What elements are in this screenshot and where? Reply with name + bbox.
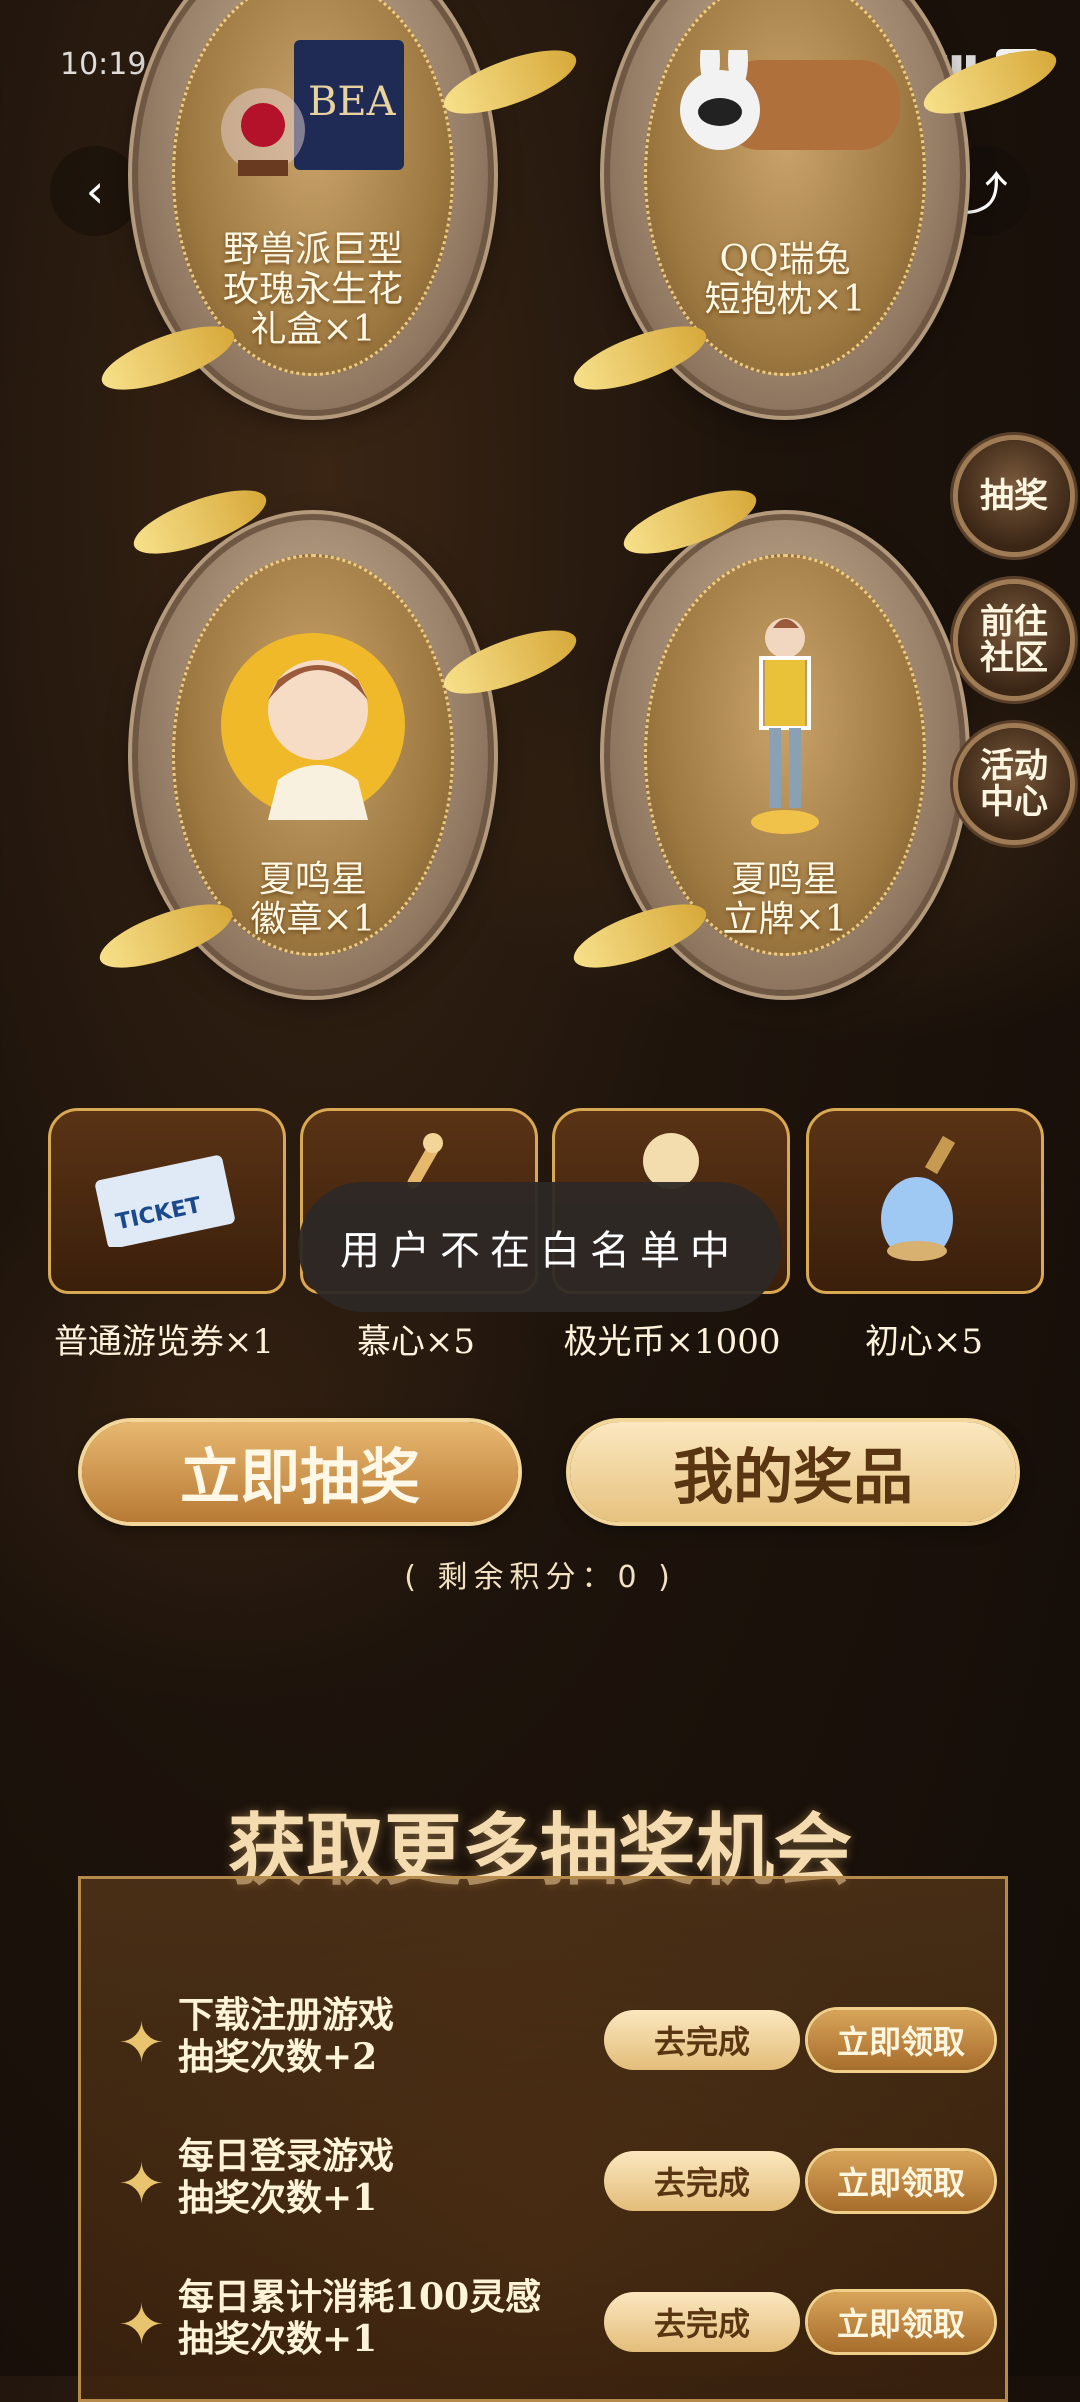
small-prize-label: 慕心×5 bbox=[356, 1322, 476, 1362]
potion-bottle-icon bbox=[881, 1135, 956, 1261]
task-row: ✦ 每日登录游戏 抽奖次数+1 去完成 立即领取 bbox=[118, 2135, 1000, 2245]
task-reward: 抽奖次数+2 bbox=[178, 2036, 378, 2078]
rabbit-pillow-image bbox=[680, 50, 900, 150]
task-reward: 抽奖次数+1 bbox=[178, 2177, 378, 2219]
task-title: 下载注册游戏 bbox=[178, 1994, 395, 2036]
side-button-label: 前往 bbox=[980, 602, 1048, 642]
back-button[interactable]: ‹ bbox=[50, 146, 140, 236]
go-complete-button[interactable]: 去完成 bbox=[604, 2151, 800, 2211]
prize-label-line: 夏鸣星 bbox=[258, 859, 367, 900]
task-row: ✦ 下载注册游戏 抽奖次数+2 去完成 立即领取 bbox=[118, 1994, 1000, 2104]
side-button-label: 中心 bbox=[980, 782, 1048, 822]
side-button-label: 社区 bbox=[980, 638, 1048, 678]
go-complete-button[interactable]: 去完成 bbox=[604, 2292, 800, 2352]
claim-now-button[interactable]: 立即领取 bbox=[808, 2292, 994, 2352]
prize-label-line: 野兽派巨型 bbox=[222, 229, 403, 270]
character-badge-image bbox=[221, 633, 405, 820]
claim-now-button[interactable]: 立即领取 bbox=[808, 2010, 994, 2070]
claim-now-button[interactable]: 立即领取 bbox=[808, 2151, 994, 2211]
rose-giftbox-image: BEA bbox=[221, 40, 404, 176]
small-prize-label: 极光币×1000 bbox=[563, 1322, 781, 1362]
go-complete-button[interactable]: 去完成 bbox=[604, 2010, 800, 2070]
side-button-label: 抽奖 bbox=[980, 476, 1048, 516]
task-row: ✦ 每日累计消耗100灵感 抽奖次数+1 去完成 立即领取 bbox=[118, 2276, 1000, 2386]
small-prize-label: 初心×5 bbox=[864, 1322, 984, 1362]
back-icon: ‹ bbox=[85, 164, 105, 218]
share-icon: ⤴ bbox=[962, 167, 1008, 221]
prize-label-line: 夏鸣星 bbox=[730, 859, 839, 900]
side-button-activity-center[interactable]: 活动 中心 bbox=[958, 728, 1070, 840]
small-prize-label: 普通游览券×1 bbox=[53, 1322, 275, 1362]
task-reward: 抽奖次数+1 bbox=[178, 2318, 378, 2360]
my-prizes-button[interactable]: 我的奖品 bbox=[570, 1422, 1016, 1522]
small-prize-card-ticket: TICKET bbox=[48, 1108, 286, 1294]
small-prize-card-potion bbox=[806, 1108, 1044, 1294]
toast-message: 用户不在白名单中 bbox=[298, 1182, 782, 1312]
status-time: 10:19 bbox=[60, 46, 147, 82]
svg-text:BEA: BEA bbox=[308, 79, 397, 125]
task-title: 每日登录游戏 bbox=[178, 2135, 395, 2177]
side-button-community[interactable]: 前往 社区 bbox=[958, 584, 1070, 696]
side-button-lottery[interactable]: 抽奖 bbox=[958, 440, 1070, 552]
character-standee-image bbox=[751, 618, 819, 834]
side-button-label: 活动 bbox=[980, 746, 1048, 786]
draw-now-button[interactable]: 立即抽奖 bbox=[82, 1422, 518, 1522]
ticket-icon: TICKET bbox=[95, 1155, 235, 1247]
remaining-points: ( 剩余积分：0 ) bbox=[404, 1560, 676, 1595]
prize-label-line: QQ瑞兔 bbox=[719, 239, 851, 280]
prize-label-line: 短抱枕×1 bbox=[704, 279, 866, 320]
task-title: 每日累计消耗100灵感 bbox=[178, 2276, 542, 2318]
star-icon: ✦ bbox=[118, 2293, 165, 2358]
prize-label-line: 玫瑰永生花 bbox=[222, 269, 403, 310]
star-icon: ✦ bbox=[118, 2011, 165, 2076]
star-icon: ✦ bbox=[118, 2152, 165, 2217]
